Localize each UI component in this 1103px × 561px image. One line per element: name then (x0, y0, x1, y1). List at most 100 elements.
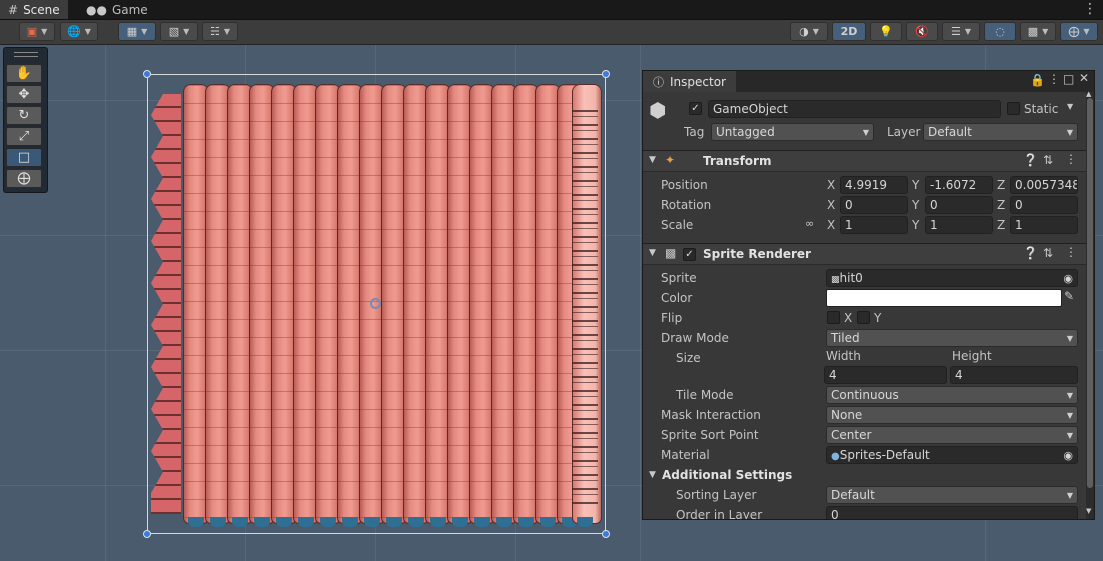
layer-dropdown[interactable]: Default ▼ (923, 123, 1078, 141)
object-picker-icon[interactable]: ◉ (1063, 449, 1073, 462)
maximize-icon[interactable]: □ (1063, 72, 1074, 86)
drag-handle-icon[interactable] (14, 52, 38, 57)
view-2d-button[interactable]: 2D (832, 22, 866, 41)
hand-tool-button[interactable]: ✋ (6, 64, 42, 83)
resize-handle-bottom-left[interactable] (143, 530, 151, 538)
more-options-icon[interactable]: ⋮ (1065, 152, 1077, 166)
scroll-down-icon[interactable]: ▼ (1086, 507, 1091, 515)
order-in-layer-field[interactable]: 0 (826, 506, 1078, 519)
sprite-renderer-enabled-checkbox[interactable]: ✓ (683, 248, 696, 261)
eyedropper-icon[interactable]: ✎ (1064, 289, 1074, 303)
increment-snap-button[interactable]: ▧ ▼ (160, 22, 198, 41)
color-swatch[interactable] (826, 289, 1062, 307)
rotate-tool-button[interactable]: ↻ (6, 106, 42, 125)
resize-handle-bottom-right[interactable] (602, 530, 610, 538)
gameobject-name-field[interactable]: GameObject (708, 100, 1001, 118)
draw-mode-dropdown[interactable]: Tiled ▼ (826, 329, 1078, 347)
scroll-up-icon[interactable]: ▲ (1086, 90, 1091, 98)
pivot-handle[interactable] (370, 298, 381, 309)
rotation-y-field[interactable]: 0 (925, 196, 993, 214)
sprite-field[interactable]: ▩hit0 ◉ (826, 269, 1078, 287)
gizmo-grid-button[interactable]: ☵ ▼ (202, 22, 238, 41)
more-options-icon[interactable]: ⋮ (1048, 72, 1060, 86)
flip-y-checkbox[interactable] (857, 311, 870, 324)
preset-icon[interactable]: ⇅ (1043, 246, 1053, 260)
help-icon[interactable]: ❔ (1023, 153, 1038, 167)
chevron-down-icon: ▼ (183, 27, 190, 36)
height-value: 4 (955, 368, 963, 382)
draw-mode-button[interactable]: ▣ ▼ (19, 22, 55, 41)
foldout-arrow-icon[interactable]: ▼ (649, 470, 656, 480)
grid-line (105, 45, 106, 561)
material-field[interactable]: ●Sprites-Default ◉ (826, 446, 1078, 464)
height-label: Height (952, 349, 992, 363)
gizmos-button[interactable]: ⨁ ▼ (1060, 22, 1098, 41)
static-checkbox[interactable] (1007, 102, 1020, 115)
help-icon[interactable]: ❔ (1023, 246, 1038, 260)
color-label: Color (661, 291, 693, 305)
more-options-icon[interactable]: ⋮ (1065, 245, 1077, 259)
rotation-x-field[interactable]: 0 (840, 196, 908, 214)
sorting-layer-dropdown[interactable]: Default ▼ (826, 486, 1078, 504)
active-checkbox[interactable]: ✓ (689, 102, 702, 115)
position-label: Position (661, 178, 708, 192)
tab-inspector[interactable]: ⓘ Inspector (643, 71, 736, 92)
axis-x-label: X (827, 198, 836, 212)
preset-icon[interactable]: ⇅ (1043, 153, 1053, 167)
tile-mode-label: Tile Mode (676, 388, 734, 402)
position-z-field[interactable]: 0.0057348 (1010, 176, 1078, 194)
flip-x-checkbox[interactable] (827, 311, 840, 324)
shading-mode-button[interactable]: ◑ ▼ (790, 22, 828, 41)
axis-z-label: Z (997, 178, 1006, 192)
move-icon: ✥ (18, 87, 30, 102)
chevron-down-icon[interactable]: ▼ (1067, 102, 1073, 111)
tab-scene[interactable]: # Scene (0, 0, 68, 19)
width-field[interactable]: 4 (824, 366, 947, 384)
rect-tool-button[interactable]: □ (6, 148, 42, 167)
scale-z-field[interactable]: 1 (1010, 216, 1078, 234)
link-off-icon[interactable]: ∞ (805, 217, 814, 230)
mask-interaction-dropdown[interactable]: None ▼ (826, 406, 1078, 424)
chevron-down-icon: ▼ (1042, 27, 1049, 36)
height-field[interactable]: 4 (950, 366, 1078, 384)
tile-mode-dropdown[interactable]: Continuous ▼ (826, 386, 1078, 404)
flip-y-label: Y (874, 311, 882, 325)
lighting-button[interactable]: 💡 (870, 22, 902, 41)
more-options-icon[interactable]: ⋮ (1083, 1, 1097, 17)
sort-point-dropdown[interactable]: Center ▼ (826, 426, 1078, 444)
rotate-icon: ↻ (18, 108, 30, 123)
grid-icon: # (8, 2, 19, 17)
foldout-arrow-icon[interactable]: ▼ (649, 155, 656, 165)
resize-handle-top-right[interactable] (602, 70, 610, 78)
position-y-field[interactable]: -1.6072 (925, 176, 993, 194)
audio-button[interactable]: 🔇 (906, 22, 938, 41)
position-x-field[interactable]: 4.9919 (840, 176, 908, 194)
rotation-z-field[interactable]: 0 (1010, 196, 1078, 214)
additional-settings-title[interactable]: Additional Settings (662, 468, 792, 482)
resize-handle-top-left[interactable] (143, 70, 151, 78)
tab-game[interactable]: ●● Game (78, 0, 156, 19)
lock-icon[interactable]: 🔒 (1030, 73, 1045, 87)
foldout-arrow-icon[interactable]: ▼ (649, 248, 656, 258)
transform-tool-button[interactable]: ⨁ (6, 169, 42, 188)
object-picker-icon[interactable]: ◉ (1063, 272, 1073, 285)
tab-scene-label: Scene (23, 2, 60, 17)
transform-icon: ⨁ (17, 171, 31, 186)
scale-y: 1 (930, 218, 938, 232)
camera-button[interactable]: ▩ ▼ (1020, 22, 1056, 41)
close-icon[interactable]: ✕ (1079, 71, 1089, 85)
grid-snapping-button[interactable]: ▦ ▼ (118, 22, 156, 41)
scale-x-field[interactable]: 1 (840, 216, 908, 234)
position-y: -1.6072 (930, 178, 977, 192)
inspector-scrollbar-thumb[interactable] (1087, 98, 1093, 488)
tag-dropdown[interactable]: Untagged ▼ (711, 123, 874, 141)
scale-y-field[interactable]: 1 (925, 216, 993, 234)
sort-point-value: Center (831, 428, 872, 442)
move-tool-button[interactable]: ✥ (6, 85, 42, 104)
effects-button[interactable]: ☰ ▼ (942, 22, 980, 41)
scale-tool-button[interactable]: ⤢ (6, 127, 42, 146)
eye-off-icon: ◌ (995, 25, 1005, 38)
hidden-objects-button[interactable]: ◌ (984, 22, 1016, 41)
global-local-button[interactable]: 🌐 ▼ (60, 22, 98, 41)
axis-x-label: X (827, 218, 836, 232)
